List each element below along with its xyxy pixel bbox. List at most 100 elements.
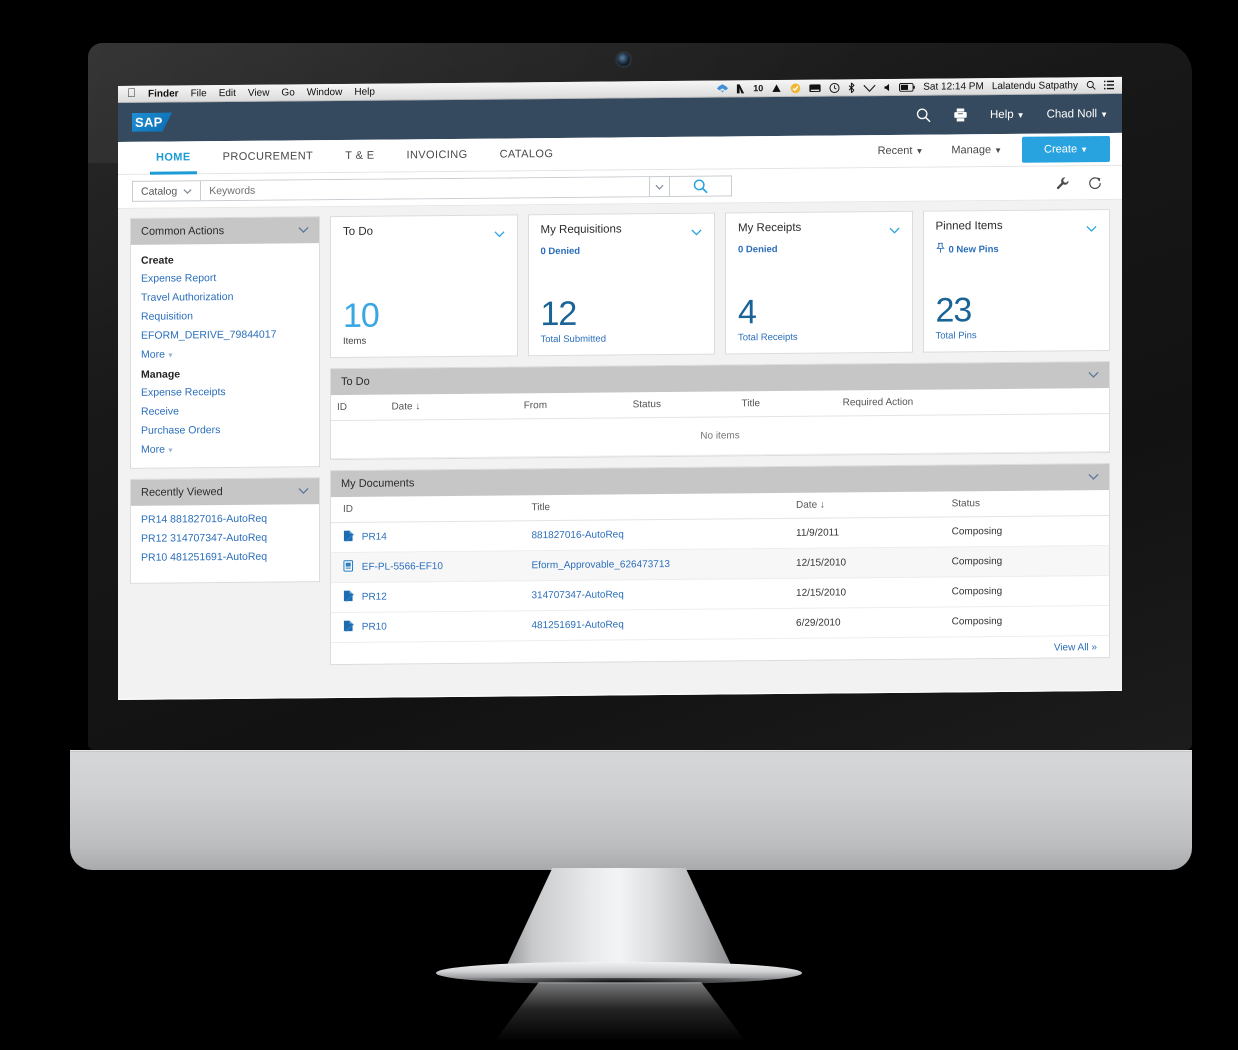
apple-icon[interactable]: : [127, 86, 136, 100]
chevron-down-icon[interactable]: [1086, 219, 1097, 237]
wrench-icon[interactable]: [1056, 176, 1070, 190]
create-button[interactable]: Create ▼: [1022, 135, 1110, 163]
onedrive-icon[interactable]: [771, 82, 782, 93]
search-category-label: Catalog: [141, 184, 178, 198]
menu-file[interactable]: File: [191, 88, 207, 99]
chevron-down-icon[interactable]: [888, 221, 900, 239]
newpins-count-label: 0 New Pins: [948, 243, 999, 255]
chevron-down-icon[interactable]: [1088, 471, 1099, 483]
bluetooth-icon[interactable]: [848, 82, 855, 93]
doc-col-status[interactable]: Status: [945, 490, 1109, 517]
link-expense-receipts[interactable]: Expense Receipts: [141, 385, 309, 399]
timemachine-icon[interactable]: [829, 82, 840, 93]
menubar-clock[interactable]: Sat 12:14 PM: [923, 81, 984, 93]
doc-col-id[interactable]: ID: [331, 495, 526, 523]
search-history-dropdown[interactable]: [649, 176, 670, 197]
todo-col-required-action[interactable]: Required Action: [836, 388, 1109, 416]
tile-my-receipts-denied[interactable]: 0 Denied: [738, 243, 900, 255]
webcam-icon: [617, 53, 630, 66]
todo-col-status[interactable]: Status: [626, 391, 736, 418]
dashboard-main: To Do 10 Items My Requisitions 0 Denied …: [330, 208, 1110, 697]
manage-menu[interactable]: Manage ▼: [937, 144, 1016, 157]
help-label: Help: [990, 108, 1014, 121]
doc-id-link[interactable]: PR14: [362, 532, 387, 543]
tile-pinned-items[interactable]: Pinned Items 0 New Pins 23 Total Pins: [922, 208, 1110, 353]
doc-title-link[interactable]: 881827016-AutoReq: [525, 518, 791, 551]
doc-col-title[interactable]: Title: [525, 492, 791, 521]
chevron-down-icon[interactable]: [493, 224, 505, 242]
tile-my-requisitions[interactable]: My Requisitions 0 Denied 12 Total Submit…: [527, 212, 715, 357]
tile-my-requisitions-denied[interactable]: 0 Denied: [541, 245, 703, 257]
link-eform-derive[interactable]: EFORM_DERIVE_79844017: [141, 328, 309, 342]
recent-item-pr12[interactable]: PR12 314707347-AutoReq: [141, 531, 309, 545]
nav-tab-invoicing[interactable]: INVOICING: [391, 139, 484, 172]
todo-col-date[interactable]: Date ↓: [385, 393, 518, 421]
requisition-doc-icon: [343, 620, 354, 635]
spotlight-search-icon[interactable]: [1086, 80, 1096, 90]
chevron-down-icon[interactable]: [298, 224, 309, 236]
printer-icon[interactable]: [953, 107, 968, 122]
search-icon: [693, 179, 708, 194]
sap-logo[interactable]: SAP: [132, 113, 172, 132]
doc-title-link[interactable]: Eform_Approvable_626473713: [525, 548, 791, 581]
common-actions-header[interactable]: Common Actions: [131, 217, 319, 245]
menu-view[interactable]: View: [248, 87, 270, 98]
todo-col-from[interactable]: From: [517, 392, 627, 419]
search-submit-button[interactable]: [670, 175, 733, 197]
recent-menu[interactable]: Recent ▼: [864, 145, 938, 158]
recent-item-pr10[interactable]: PR10 481251691-AutoReq: [141, 550, 309, 564]
doc-id-link[interactable]: PR12: [362, 592, 387, 603]
dropbox-icon[interactable]: [717, 83, 729, 94]
page-tools: [1056, 176, 1108, 190]
link-travel-authorization[interactable]: Travel Authorization: [141, 290, 309, 304]
wifi-icon[interactable]: [863, 82, 876, 93]
tile-my-receipts[interactable]: My Receipts 0 Denied 4 Total Receipts: [725, 210, 913, 355]
recently-viewed-header[interactable]: Recently Viewed: [131, 478, 319, 506]
nav-tab-home[interactable]: HOME: [140, 141, 207, 174]
nav-tab-procurement[interactable]: PROCUREMENT: [207, 140, 330, 173]
link-expense-report[interactable]: Expense Report: [141, 271, 309, 285]
menu-finder[interactable]: Finder: [148, 88, 179, 99]
doc-id-link[interactable]: EF-PL-5566-EF10: [362, 561, 443, 573]
help-menu[interactable]: Help ▼: [990, 108, 1025, 120]
tile-my-requisitions-label[interactable]: Total Submitted: [541, 333, 703, 346]
doc-col-date[interactable]: Date ↓: [790, 491, 946, 519]
search-input[interactable]: [201, 177, 650, 201]
doc-id-link[interactable]: PR10: [362, 622, 387, 633]
user-menu[interactable]: Chad Noll ▼: [1047, 108, 1108, 120]
nav-tab-catalog[interactable]: CATALOG: [484, 138, 570, 171]
little-snitch-icon[interactable]: [736, 83, 745, 94]
search-category-select[interactable]: Catalog: [133, 181, 202, 201]
tile-my-receipts-label[interactable]: Total Receipts: [738, 331, 900, 344]
link-requisition[interactable]: Requisition: [141, 309, 309, 322]
menu-edit[interactable]: Edit: [219, 87, 236, 98]
keyboard-icon[interactable]: [809, 83, 821, 92]
chevron-down-icon[interactable]: [1088, 369, 1099, 381]
todo-col-title[interactable]: Title: [735, 390, 837, 417]
recent-item-pr14[interactable]: PR14 881827016-AutoReq: [141, 512, 309, 526]
link-receive[interactable]: Receive: [141, 404, 309, 417]
chevron-down-icon[interactable]: [298, 485, 309, 497]
todo-col-id[interactable]: ID: [331, 394, 386, 421]
antivirus-icon[interactable]: [790, 82, 801, 93]
doc-title-link[interactable]: 481251691-AutoReq: [525, 608, 791, 641]
menu-window[interactable]: Window: [307, 86, 343, 97]
menubar-username[interactable]: Lalatendu Satpathy: [992, 80, 1078, 92]
menu-go[interactable]: Go: [281, 87, 294, 98]
doc-title-link[interactable]: 314707347-AutoReq: [525, 578, 791, 611]
create-section-heading: Create: [141, 254, 174, 267]
refresh-icon[interactable]: [1088, 176, 1102, 190]
link-purchase-orders[interactable]: Purchase Orders: [141, 423, 309, 437]
tile-to-do[interactable]: To Do 10 Items: [330, 214, 518, 359]
tile-pinned-items-label[interactable]: Total Pins: [936, 329, 1098, 341]
notification-center-icon[interactable]: [1104, 80, 1114, 90]
volume-icon[interactable]: [884, 82, 891, 91]
search-icon[interactable]: [916, 108, 931, 123]
tile-pinned-items-newpins[interactable]: 0 New Pins: [935, 241, 1098, 256]
manage-more-button[interactable]: More ▼: [141, 442, 309, 456]
battery-icon[interactable]: [899, 82, 916, 92]
nav-tab-te[interactable]: T & E: [329, 140, 390, 173]
recently-viewed-panel: Recently Viewed PR14 881827016-AutoReq P…: [130, 477, 320, 584]
menu-help[interactable]: Help: [354, 86, 375, 97]
chevron-down-icon[interactable]: [691, 223, 702, 241]
